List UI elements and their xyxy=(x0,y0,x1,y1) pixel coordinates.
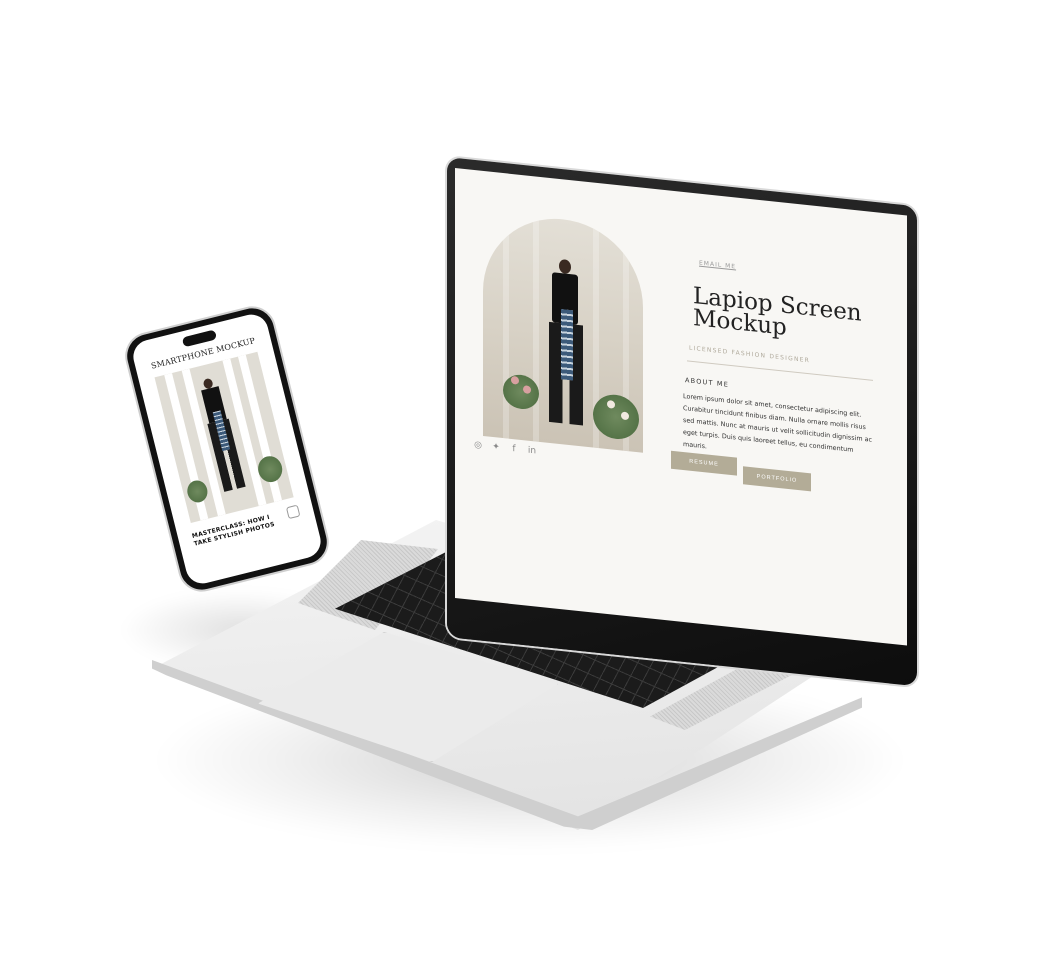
linkedin-icon[interactable]: in xyxy=(527,446,537,457)
social-links: ◎ ✦ f in xyxy=(473,440,537,457)
phone-photo xyxy=(154,351,294,523)
phone-notch xyxy=(181,329,218,348)
divider xyxy=(687,360,873,381)
model-figure xyxy=(549,258,583,432)
smartphone: SMARTPHONE MOCKUP MASTERCLASS: HOW I TAK… xyxy=(122,303,332,595)
hero-photo xyxy=(483,210,643,453)
email-link[interactable]: EMAIL ME xyxy=(699,260,736,271)
twitter-icon[interactable]: ✦ xyxy=(491,442,501,453)
share-icon[interactable] xyxy=(285,504,301,520)
facebook-icon[interactable]: f xyxy=(509,444,519,455)
page-title: Lapiop Screen Mockup xyxy=(693,283,862,341)
portfolio-button[interactable]: PORTFOLIO xyxy=(743,466,811,492)
page-subtitle: LICENSED FASHION DESIGNER xyxy=(689,344,811,365)
about-heading: ABOUT ME xyxy=(685,376,730,389)
laptop-screen: ◎ ✦ f in EMAIL ME Lapiop Screen Mockup L… xyxy=(455,168,907,646)
instagram-icon[interactable]: ◎ xyxy=(473,440,483,451)
phone-screen: SMARTPHONE MOCKUP MASTERCLASS: HOW I TAK… xyxy=(129,311,325,587)
